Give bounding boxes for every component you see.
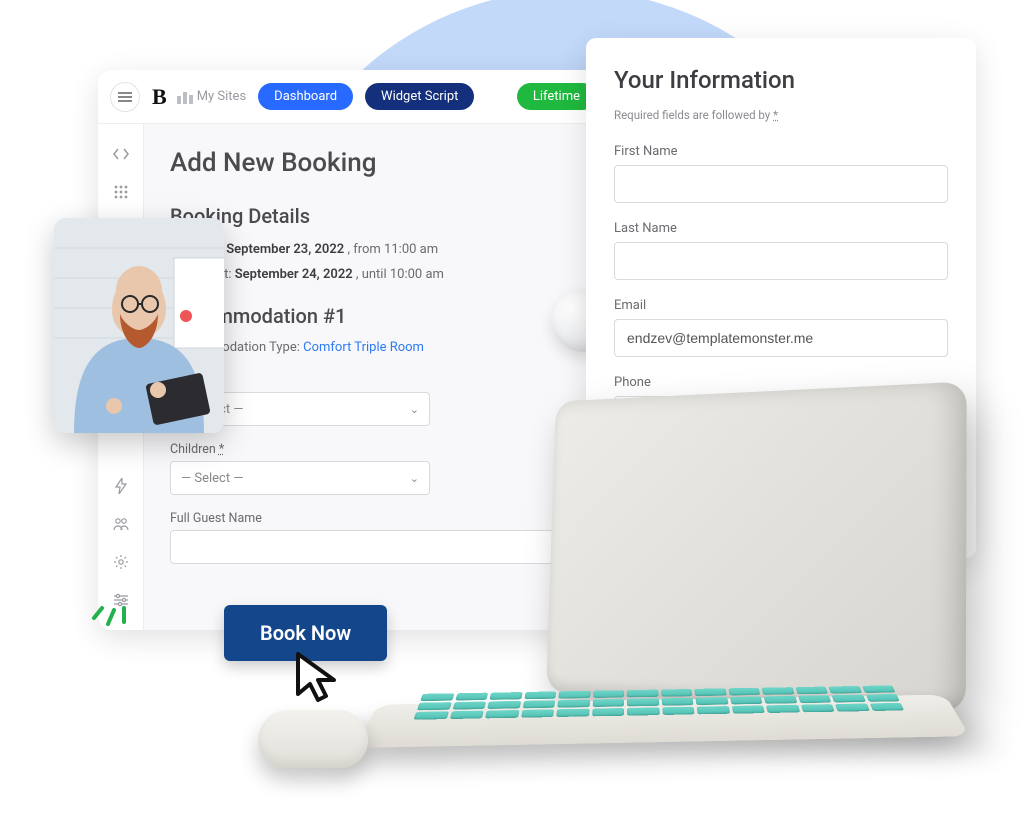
email-input[interactable] xyxy=(614,319,948,357)
booking-details-header: Booking Details xyxy=(170,204,582,228)
code-icon[interactable] xyxy=(111,144,131,164)
decorative-mouse xyxy=(258,710,368,768)
extra-input[interactable] xyxy=(614,492,948,530)
chevron-down-icon: ⌄ xyxy=(410,472,419,485)
accommodation-type: Accommodation Type: Comfort Triple Room xyxy=(170,340,582,355)
decorative-marks xyxy=(84,580,134,630)
last-name-input[interactable] xyxy=(614,242,948,280)
page-title: Add New Booking xyxy=(170,148,582,178)
dashboard-tab[interactable]: Dashboard xyxy=(258,83,353,110)
checkout-line: Check-out: September 24, 2022 , until 10… xyxy=(170,267,582,282)
last-name-label: Last Name xyxy=(614,221,948,236)
widget-script-tab[interactable]: Widget Script xyxy=(365,83,474,110)
first-name-label: First Name xyxy=(614,144,948,159)
grid-icon[interactable] xyxy=(111,182,131,202)
lifetime-badge[interactable]: Lifetime xyxy=(517,83,596,110)
checkin-line: Check-in: September 23, 2022 , from 11:0… xyxy=(170,242,582,257)
info-title: Your Information xyxy=(614,66,948,94)
my-sites-link[interactable]: My Sites xyxy=(177,89,246,104)
phone-input[interactable] xyxy=(614,396,948,434)
sites-icon xyxy=(177,90,193,104)
children-label: Children * xyxy=(170,442,582,457)
dashboard-header: B My Sites Dashboard Widget Script Lifet… xyxy=(98,70,608,124)
adults-label: Adults * xyxy=(170,373,582,388)
bolt-icon[interactable] xyxy=(111,476,131,496)
first-name-input[interactable] xyxy=(614,165,948,203)
logo: B xyxy=(152,84,165,110)
email-label: Email xyxy=(614,298,948,313)
accommodation-link[interactable]: Comfort Triple Room xyxy=(303,340,424,355)
my-sites-label: My Sites xyxy=(197,89,246,104)
info-panel: Your Information Required fields are fol… xyxy=(586,38,976,558)
guest-name-input[interactable] xyxy=(170,530,582,564)
gear-icon[interactable] xyxy=(111,552,131,572)
children-select[interactable]: — Select — ⌄ xyxy=(170,461,430,495)
guest-name-label: Full Guest Name xyxy=(170,511,582,526)
accommodation-header: Accommodation #1 xyxy=(170,304,582,328)
cursor-icon xyxy=(292,650,346,708)
required-note: Required fields are followed by * xyxy=(614,108,948,122)
user-photo xyxy=(54,218,224,433)
chevron-down-icon: ⌄ xyxy=(410,403,419,416)
phone-label: Phone xyxy=(614,375,948,390)
menu-icon[interactable] xyxy=(110,82,140,112)
users-icon[interactable] xyxy=(111,514,131,534)
